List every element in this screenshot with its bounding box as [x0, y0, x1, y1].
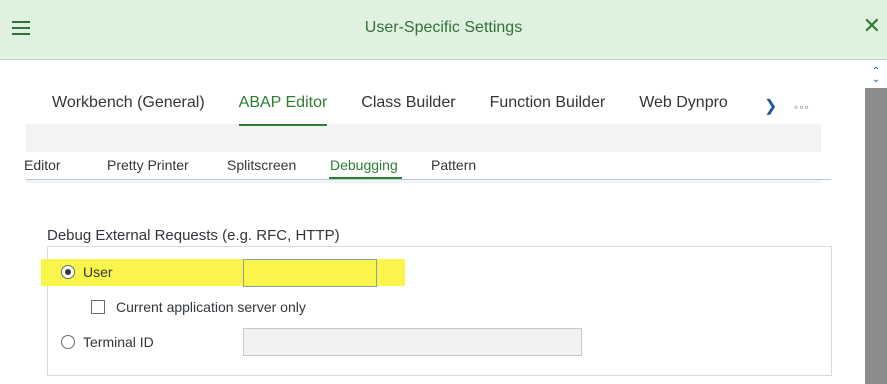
subtab-pretty-printer[interactable]: Pretty Printer [107, 157, 189, 173]
subtab-splitscreen[interactable]: Splitscreen [227, 157, 296, 173]
main-tab-strip: Workbench (General) ABAP Editor Class Bu… [52, 94, 762, 126]
tab-abap-editor[interactable]: ABAP Editor [238, 94, 328, 126]
current-server-only-checkbox[interactable] [91, 300, 105, 314]
window-title: User-Specific Settings [364, 19, 523, 36]
vertical-scrollbar[interactable]: ⌃ ⌄ [865, 60, 887, 384]
scrollbar-track[interactable] [865, 88, 887, 384]
subtab-debugging[interactable]: Debugging [330, 157, 398, 173]
terminal-id-input[interactable] [243, 328, 582, 356]
group-title: Debug External Requests (e.g. RFC, HTTP) [47, 227, 340, 244]
current-server-only-label: Current application server only [116, 299, 306, 315]
tab-function-builder[interactable]: Function Builder [490, 94, 606, 126]
tab-workbench-general[interactable]: Workbench (General) [52, 94, 205, 126]
chevron-up-icon[interactable]: ⌃ ⌄ [871, 67, 881, 85]
chevron-right-icon[interactable]: ❯ [764, 96, 777, 116]
terminal-id-label: Terminal ID [83, 334, 154, 350]
subtab-editor[interactable]: Editor [24, 157, 61, 173]
close-icon[interactable]: ✕ [863, 15, 881, 37]
sub-tab-strip: Editor Pretty Printer Splitscreen Debugg… [24, 152, 831, 180]
tab-web-dynpro[interactable]: Web Dynpro [639, 94, 728, 126]
user-label: User [83, 264, 113, 280]
user-input[interactable] [243, 259, 377, 287]
active-subtab-indicator [329, 177, 402, 179]
tab-class-builder[interactable]: Class Builder [361, 94, 455, 126]
title-bar: User-Specific Settings ✕ [0, 0, 887, 60]
subtab-pattern[interactable]: Pattern [431, 157, 476, 173]
terminal-id-radio[interactable] [61, 335, 75, 349]
user-radio[interactable] [61, 265, 75, 279]
ellipsis-icon[interactable]: ◦◦◦ [794, 100, 810, 114]
